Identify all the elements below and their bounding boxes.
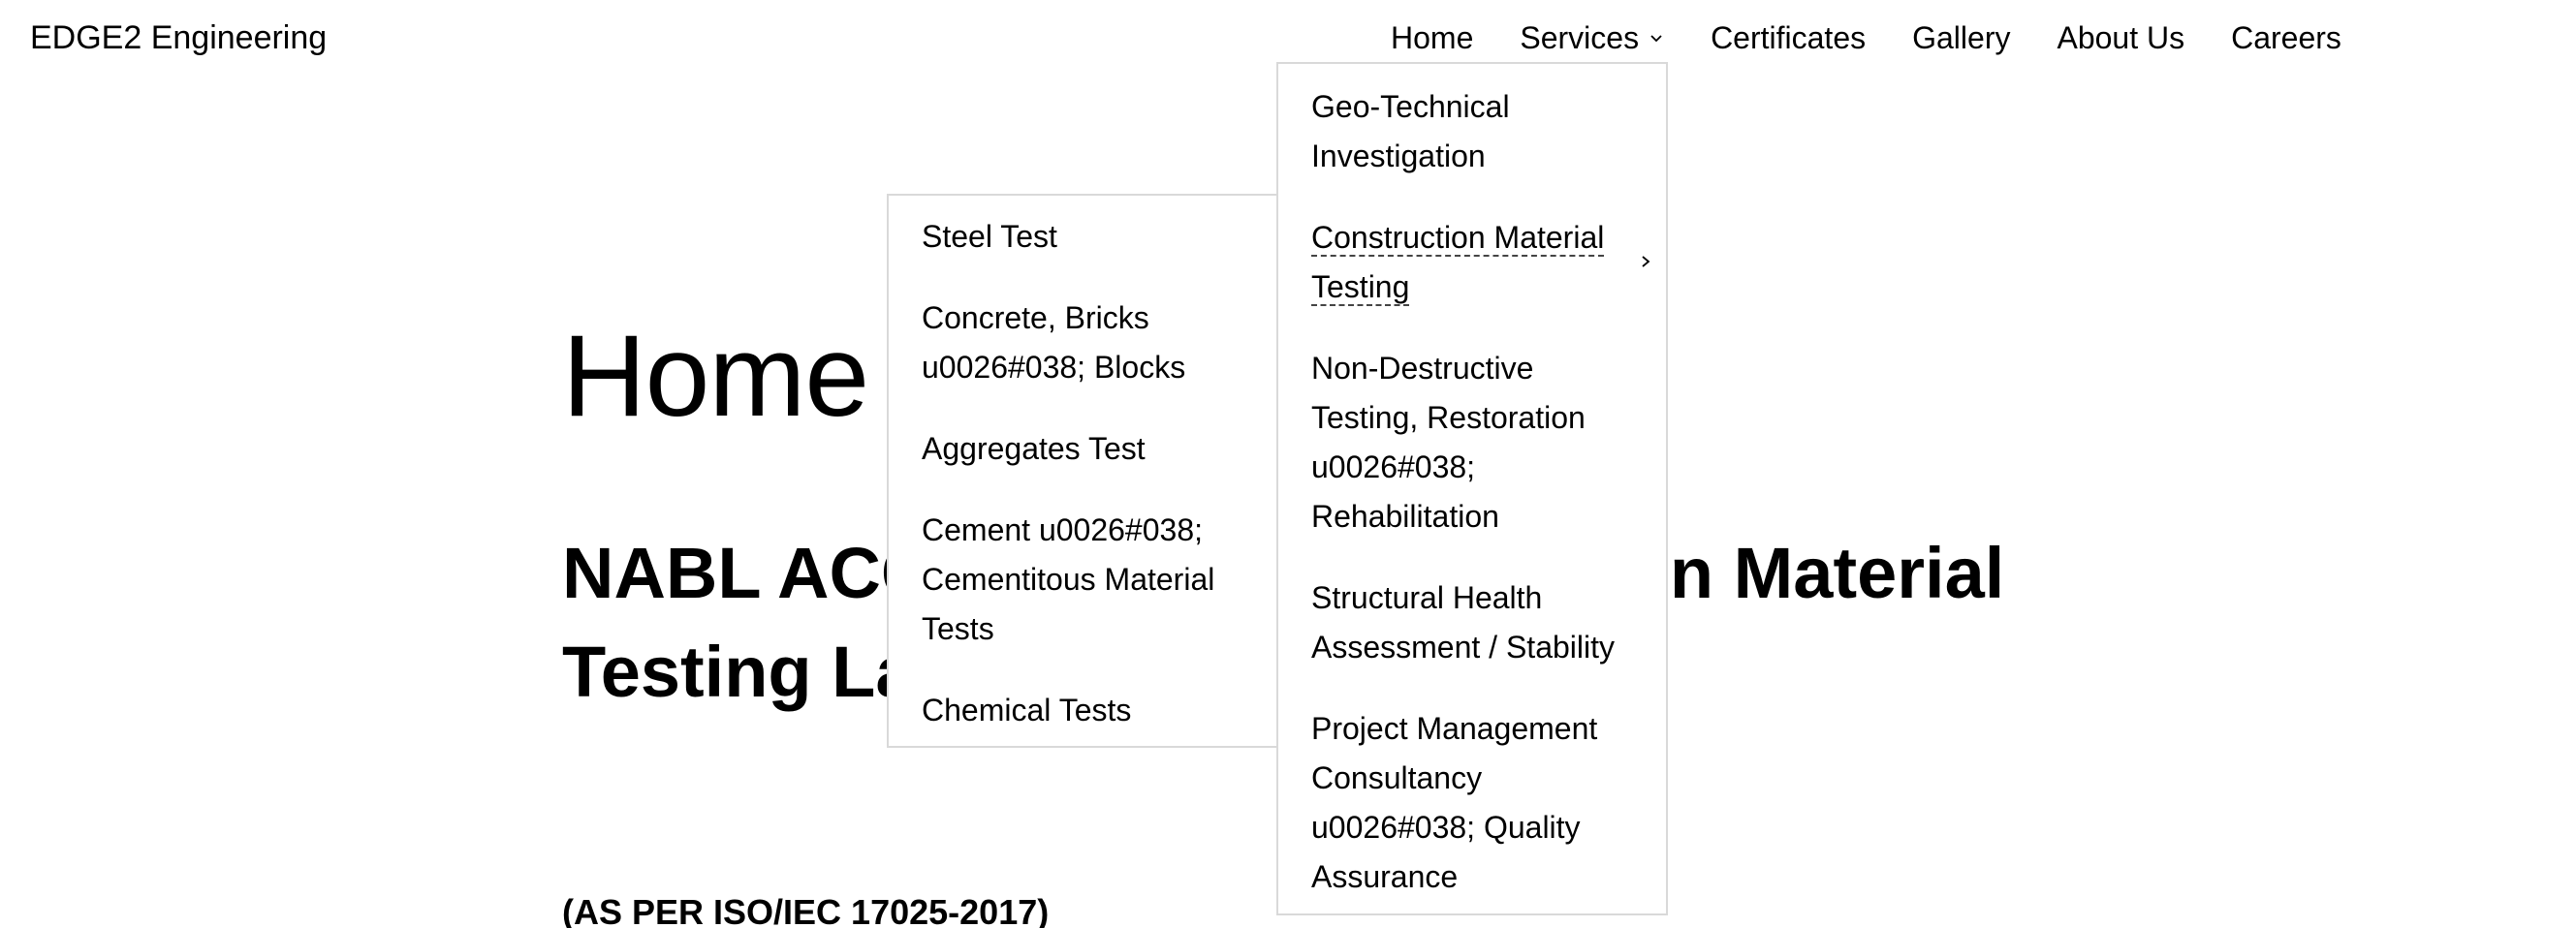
chevron-down-icon (1650, 35, 1662, 43)
nav-item-about-us[interactable]: About Us (2057, 18, 2184, 57)
chevron-right-icon (1642, 256, 1650, 267)
nav-item-label: Certificates (1711, 20, 1867, 55)
nav-item-label: About Us (2057, 20, 2185, 55)
page: EDGE2 Engineering Home Services Certific… (0, 0, 2576, 928)
nav-item-certificates[interactable]: Certificates (1711, 18, 1866, 57)
iso-note: (AS PER ISO/IEC 17025-2017) (562, 892, 1050, 928)
menu-item-label: Construction Material Testing (1311, 220, 1605, 304)
menu-item-construction-material-testing[interactable]: Construction Material Testing (1311, 213, 1650, 312)
menu-item-label: Project Management Consultancy u0026#038… (1311, 711, 1598, 894)
nav-item-label: Services (1520, 20, 1640, 55)
menu-item-label: Non-Destructive Testing, Restoration u00… (1311, 351, 1586, 534)
nav-item-careers[interactable]: Careers (2231, 18, 2341, 57)
nav-item-label: Home (1391, 20, 1474, 55)
main-nav: Home Services Certificates Gallery About… (1391, 18, 2341, 57)
site-title[interactable]: EDGE2 Engineering (30, 18, 327, 57)
services-dropdown-menu: Geo-Technical Investigation Construction… (1276, 62, 1668, 915)
submenu-item-concrete-bricks-blocks[interactable]: Concrete, Bricks u0026#038; Blocks (922, 294, 1245, 392)
submenu-item-label: Chemical Tests (922, 693, 1132, 727)
submenu-item-aggregates-test[interactable]: Aggregates Test (922, 424, 1245, 474)
nav-item-home[interactable]: Home (1391, 18, 1473, 57)
menu-item-label: Structural Health Assessment / Stability (1311, 580, 1615, 665)
menu-item-label: Geo-Technical Investigation (1311, 89, 1510, 173)
construction-material-submenu: Steel Test Concrete, Bricks u0026#038; B… (887, 194, 1278, 748)
submenu-item-cement-tests[interactable]: Cement u0026#038; Cementitous Material T… (922, 506, 1245, 654)
menu-item-project-management[interactable]: Project Management Consultancy u0026#038… (1311, 704, 1635, 902)
nav-item-gallery[interactable]: Gallery (1912, 18, 2010, 57)
page-title: Home (562, 311, 869, 441)
submenu-item-label: Steel Test (922, 219, 1057, 254)
menu-item-non-destructive-testing[interactable]: Non-Destructive Testing, Restoration u00… (1311, 344, 1635, 541)
nav-item-label: Gallery (1912, 20, 2011, 55)
submenu-item-label: Concrete, Bricks u0026#038; Blocks (922, 300, 1186, 385)
submenu-item-label: Aggregates Test (922, 431, 1146, 466)
submenu-item-label: Cement u0026#038; Cementitous Material T… (922, 512, 1215, 646)
submenu-item-steel-test[interactable]: Steel Test (922, 212, 1245, 262)
menu-item-geo-technical[interactable]: Geo-Technical Investigation (1311, 82, 1635, 181)
nav-item-services[interactable]: Services (1520, 18, 1664, 57)
menu-item-structural-health[interactable]: Structural Health Assessment / Stability (1311, 573, 1635, 672)
nav-item-label: Careers (2231, 20, 2341, 55)
submenu-item-chemical-tests[interactable]: Chemical Tests (922, 686, 1245, 735)
